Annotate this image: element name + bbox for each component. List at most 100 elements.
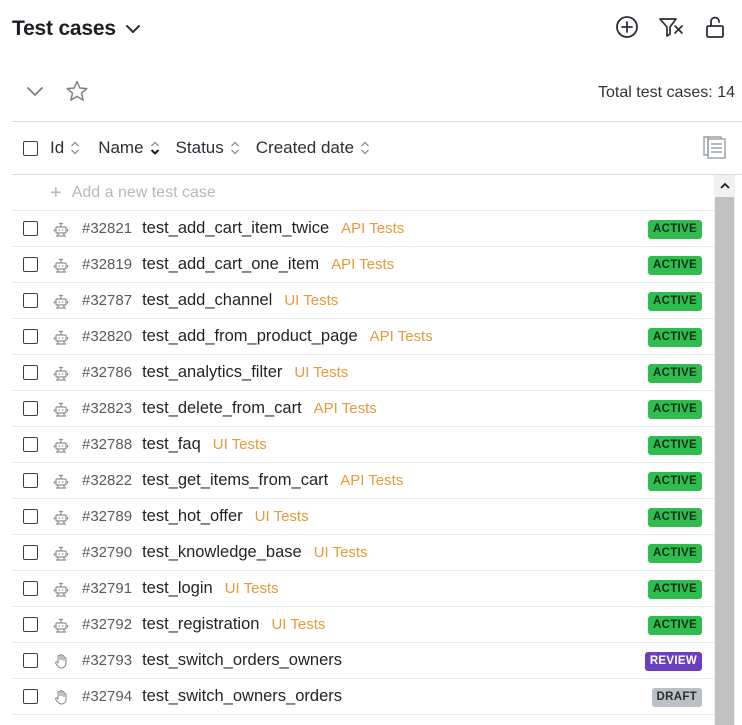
row-id: #32787	[82, 292, 133, 309]
row-suite[interactable]: UI Tests	[213, 436, 267, 453]
columns-settings-icon[interactable]	[702, 135, 728, 161]
status-badge: ACTIVE	[648, 292, 702, 311]
robot-icon	[52, 220, 70, 238]
table-row[interactable]: #32792 test_registration UI Tests ACTIVE	[12, 607, 714, 643]
table-row[interactable]: #32788 test_faq UI Tests ACTIVE	[12, 427, 714, 463]
status-badge: ACTIVE	[648, 508, 702, 527]
row-suite[interactable]: UI Tests	[314, 544, 368, 561]
scrollbar[interactable]	[714, 175, 735, 725]
row-name[interactable]: test_add_channel	[142, 291, 272, 310]
column-status-label: Status	[175, 138, 224, 157]
row-suite[interactable]: UI Tests	[255, 508, 309, 525]
plus-icon: +	[50, 181, 62, 204]
status-badge: ACTIVE	[648, 256, 702, 275]
row-name[interactable]: test_add_cart_item_twice	[142, 219, 329, 238]
status-badge: ACTIVE	[648, 544, 702, 563]
row-suite[interactable]: API Tests	[370, 328, 433, 345]
row-checkbox[interactable]	[23, 329, 38, 344]
table-row[interactable]: #32823 test_delete_from_cart API Tests ACTI…	[12, 391, 714, 427]
row-suite[interactable]: UI Tests	[225, 580, 279, 597]
row-checkbox[interactable]	[23, 545, 38, 560]
table-row[interactable]: #32789 test_hot_offer UI Tests ACTIVE	[12, 499, 714, 535]
chevron-down-icon[interactable]	[124, 20, 142, 38]
row-name[interactable]: test_hot_offer	[142, 507, 243, 526]
row-name[interactable]: test_login	[142, 579, 213, 598]
column-id-label: Id	[50, 138, 65, 157]
robot-icon	[52, 544, 70, 562]
column-name[interactable]: Name	[98, 138, 159, 158]
table-row[interactable]: #32793 test_switch_orders_owners REVIEW	[12, 643, 714, 679]
status-badge: ACTIVE	[648, 580, 702, 599]
row-name[interactable]: test_add_cart_one_item	[142, 255, 319, 274]
table-row[interactable]: #32820 test_add_from_product_page API Test…	[12, 319, 714, 355]
row-checkbox[interactable]	[23, 437, 38, 452]
row-suite[interactable]: API Tests	[340, 472, 403, 489]
robot-icon	[52, 436, 70, 454]
row-name[interactable]: test_switch_owners_orders	[142, 687, 342, 706]
row-checkbox[interactable]	[23, 293, 38, 308]
robot-icon	[52, 472, 70, 490]
row-name[interactable]: test_knowledge_base	[142, 543, 302, 562]
row-checkbox[interactable]	[23, 401, 38, 416]
row-checkbox[interactable]	[23, 617, 38, 632]
row-name[interactable]: test_faq	[142, 435, 201, 454]
status-badge: REVIEW	[644, 652, 702, 671]
row-checkbox[interactable]	[23, 689, 38, 704]
page-header: Test cases	[12, 12, 742, 46]
row-checkbox[interactable]	[23, 365, 38, 380]
add-circle-icon[interactable]	[614, 14, 640, 40]
star-icon[interactable]	[64, 78, 90, 104]
row-suite[interactable]: UI Tests	[294, 364, 348, 381]
sort-icon	[70, 140, 80, 156]
clear-filter-icon[interactable]	[658, 14, 684, 40]
table-row[interactable]: #32787 test_add_channel UI Tests ACTIVE	[12, 283, 714, 319]
row-name[interactable]: test_analytics_filter	[142, 363, 282, 382]
hand-icon	[52, 652, 70, 670]
row-id: #32791	[82, 580, 133, 597]
row-name[interactable]: test_add_from_product_page	[142, 327, 358, 346]
table-row[interactable]: #32790 test_knowledge_base UI Tests ACTIVE	[12, 535, 714, 571]
table-row[interactable]: #32791 test_login UI Tests ACTIVE	[12, 571, 714, 607]
status-badge: ACTIVE	[648, 328, 702, 347]
row-suite[interactable]: API Tests	[314, 400, 377, 417]
row-id: #32820	[82, 328, 133, 345]
table-row[interactable]: #32794 test_switch_owners_orders DRAFT	[12, 679, 714, 715]
collapse-chevron-icon[interactable]	[22, 78, 48, 104]
robot-icon	[52, 400, 70, 418]
row-suite[interactable]: UI Tests	[271, 616, 325, 633]
select-all-checkbox[interactable]	[23, 140, 38, 156]
table-row[interactable]: #32822 test_get_items_from_cart API Tests A…	[12, 463, 714, 499]
column-created-label: Created date	[255, 138, 355, 157]
row-checkbox[interactable]	[23, 473, 38, 488]
scroll-up-icon[interactable]	[714, 175, 735, 197]
table-row[interactable]: #32786 test_analytics_filter UI Tests ACTIV…	[12, 355, 714, 391]
robot-icon	[52, 508, 70, 526]
row-checkbox[interactable]	[23, 509, 38, 524]
column-id[interactable]: Id	[50, 138, 80, 158]
row-checkbox[interactable]	[23, 257, 38, 272]
status-badge: ACTIVE	[648, 436, 702, 455]
row-checkbox[interactable]	[23, 653, 38, 668]
scrollbar-thumb[interactable]	[715, 197, 734, 725]
table-row[interactable]: #32819 test_add_cart_one_item API Tests ACT…	[12, 247, 714, 283]
row-id: #32790	[82, 544, 133, 561]
status-badge: ACTIVE	[648, 400, 702, 419]
row-name[interactable]: test_get_items_from_cart	[142, 471, 328, 490]
row-name[interactable]: test_registration	[142, 615, 259, 634]
column-status[interactable]: Status	[176, 138, 240, 158]
row-suite[interactable]: API Tests	[331, 256, 394, 273]
row-name[interactable]: test_delete_from_cart	[142, 399, 302, 418]
table-row[interactable]: #32821 test_add_cart_item_twice API Tests A…	[12, 211, 714, 247]
unlock-icon[interactable]	[702, 14, 728, 40]
column-created-date[interactable]: Created date	[256, 138, 370, 158]
total-count: Total test cases: 14	[598, 84, 735, 101]
hand-icon	[52, 688, 70, 706]
row-checkbox[interactable]	[23, 221, 38, 236]
row-id: #32821	[82, 220, 133, 237]
row-suite[interactable]: UI Tests	[284, 292, 338, 309]
row-suite[interactable]: API Tests	[341, 220, 404, 237]
row-checkbox[interactable]	[23, 581, 38, 596]
row-name[interactable]: test_switch_orders_owners	[142, 651, 342, 670]
sort-icon	[360, 140, 370, 156]
add-test-case-row[interactable]: + Add a new test case	[12, 175, 714, 211]
